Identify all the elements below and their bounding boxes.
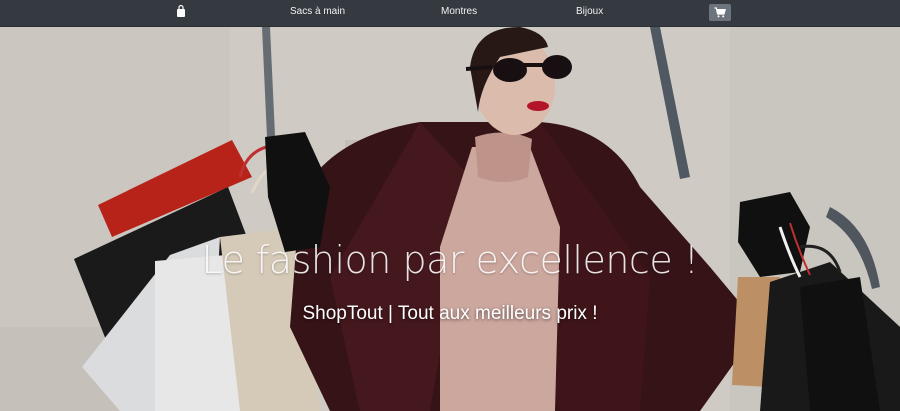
hero-title: Le fashion par excellence ! — [201, 238, 699, 283]
hero-background-image — [0, 27, 900, 411]
cart-icon — [714, 7, 726, 18]
nav-link-montres[interactable]: Montres — [441, 6, 477, 17]
top-navbar: Sacs à main Montres Bijoux — [0, 0, 900, 27]
nav-link-sacs-a-main[interactable]: Sacs à main — [290, 6, 345, 17]
nav-link-bijoux[interactable]: Bijoux — [576, 6, 603, 17]
shopping-bag-icon[interactable] — [176, 4, 186, 18]
cart-button[interactable] — [709, 4, 731, 21]
hero-banner: Le fashion par excellence ! ShopTout | T… — [0, 27, 900, 411]
hero-subtitle: ShopTout | Tout aux meilleurs prix ! — [302, 303, 598, 324]
